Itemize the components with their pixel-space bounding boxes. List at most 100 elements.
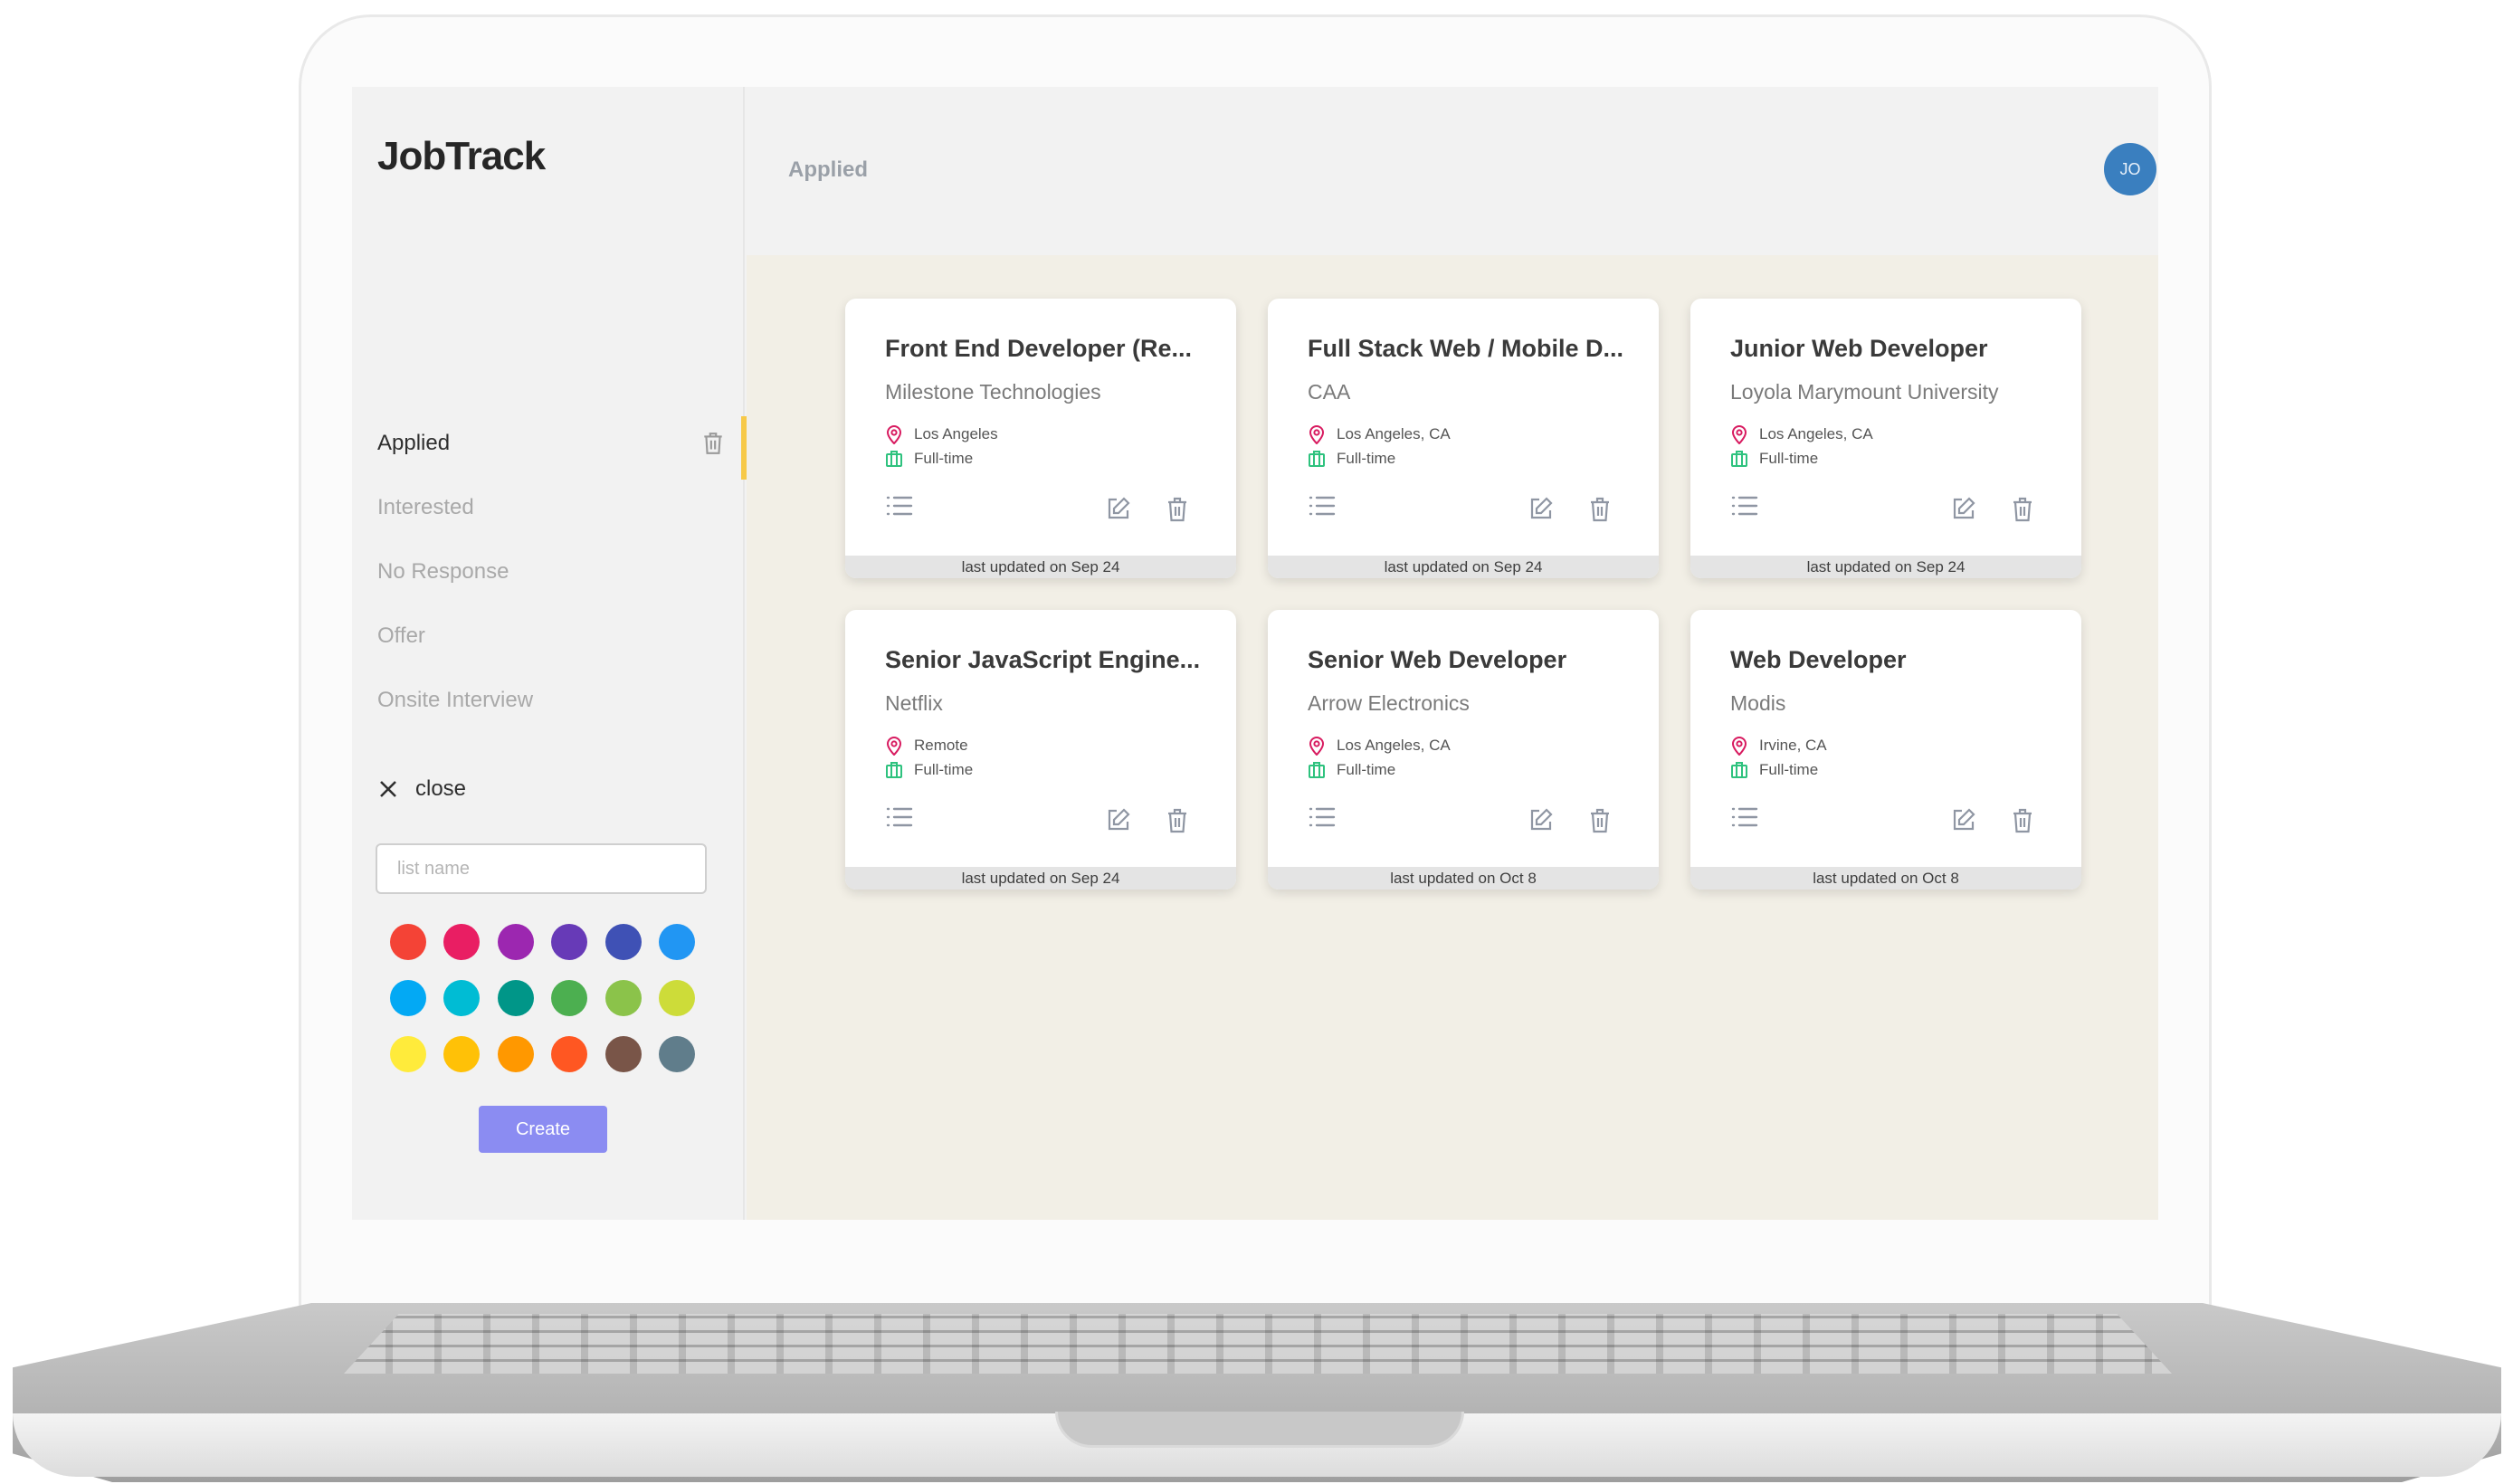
job-board: Front End Developer (Re... Milestone Tec… <box>747 255 2158 1220</box>
color-swatch[interactable] <box>390 980 426 1016</box>
list-icon[interactable] <box>1308 805 1337 829</box>
list-nav: Applied Interested No Response Offer Ons… <box>352 411 747 732</box>
color-swatch[interactable] <box>604 924 642 960</box>
sidebar-item-label: Offer <box>377 623 425 648</box>
color-swatch[interactable] <box>390 1036 426 1072</box>
map-pin-icon <box>1309 425 1325 444</box>
list-icon[interactable] <box>1730 494 1759 518</box>
job-location: Los Angeles, CA <box>1730 424 1873 444</box>
map-pin-icon <box>886 737 902 756</box>
trash-icon[interactable] <box>1588 496 1612 523</box>
location-text: Los Angeles, CA <box>1337 425 1451 442</box>
color-swatch[interactable] <box>551 1036 588 1072</box>
list-icon[interactable] <box>885 805 914 829</box>
briefcase-icon <box>1309 762 1325 778</box>
color-swatch[interactable] <box>497 980 534 1016</box>
location-text: Los Angeles <box>914 425 998 442</box>
job-card[interactable]: Full Stack Web / Mobile D... CAA Los Ang… <box>1268 299 1659 578</box>
briefcase-icon <box>886 451 902 467</box>
color-swatch[interactable] <box>390 924 426 960</box>
trash-icon[interactable] <box>1588 807 1612 834</box>
header: Applied JO <box>747 87 2158 255</box>
sidebar-item-applied[interactable]: Applied <box>352 411 747 480</box>
last-updated: last updated on Sep 24 <box>1690 556 2081 578</box>
last-updated: last updated on Sep 24 <box>845 556 1236 578</box>
job-card[interactable]: Senior Web Developer Arrow Electronics L… <box>1268 610 1659 889</box>
color-swatch[interactable] <box>551 924 588 960</box>
job-card[interactable]: Junior Web Developer Loyola Marymount Un… <box>1690 299 2081 578</box>
job-location: Los Angeles, CA <box>1308 424 1451 444</box>
job-type: Full-time <box>1308 760 1395 780</box>
company-name: Loyola Marymount University <box>1730 380 1999 404</box>
sidebar-item-label: Onsite Interview <box>377 687 534 712</box>
trash-icon[interactable] <box>2011 496 2034 523</box>
sidebar-item-interested[interactable]: Interested <box>352 475 745 539</box>
last-updated: last updated on Sep 24 <box>1268 556 1659 578</box>
color-swatch[interactable] <box>497 1036 534 1072</box>
color-swatch[interactable] <box>551 980 588 1016</box>
map-pin-icon <box>1731 737 1747 756</box>
color-swatch[interactable] <box>658 980 695 1016</box>
job-location: Remote <box>885 736 968 756</box>
sidebar-item-onsite-interview[interactable]: Onsite Interview <box>352 668 745 732</box>
color-swatch[interactable] <box>658 1036 695 1072</box>
trash-icon[interactable] <box>1166 807 1189 834</box>
color-swatch[interactable] <box>443 1036 481 1072</box>
color-swatch[interactable] <box>658 924 695 960</box>
edit-icon[interactable] <box>1951 496 1976 521</box>
trash-icon[interactable] <box>701 431 725 456</box>
trash-icon[interactable] <box>2011 807 2034 834</box>
job-type-text: Full-time <box>914 761 974 778</box>
list-name-input[interactable] <box>376 843 707 894</box>
avatar[interactable]: JO <box>2104 143 2156 195</box>
list-icon[interactable] <box>885 494 914 518</box>
color-swatch[interactable] <box>443 924 481 960</box>
color-swatch[interactable] <box>604 1036 642 1072</box>
color-swatch[interactable] <box>497 924 534 960</box>
job-type: Full-time <box>1308 449 1395 469</box>
briefcase-icon <box>886 762 902 778</box>
sidebar-item-label: No Response <box>377 558 509 584</box>
location-text: Los Angeles, CA <box>1337 737 1451 754</box>
sidebar: JobTrack Applied Interested No Response … <box>352 87 747 1220</box>
edit-icon[interactable] <box>1106 496 1131 521</box>
briefcase-icon <box>1731 451 1747 467</box>
list-icon[interactable] <box>1308 494 1337 518</box>
job-title: Full Stack Web / Mobile D... <box>1308 335 1624 362</box>
job-card[interactable]: Front End Developer (Re... Milestone Tec… <box>845 299 1236 578</box>
close-icon <box>380 781 396 797</box>
create-list-button[interactable]: Create <box>479 1106 607 1153</box>
job-type-text: Full-time <box>1337 450 1396 467</box>
color-swatch[interactable] <box>443 980 481 1016</box>
list-icon[interactable] <box>1730 805 1759 829</box>
job-location: Los Angeles, CA <box>1308 736 1451 756</box>
edit-icon[interactable] <box>1106 807 1131 832</box>
company-name: Arrow Electronics <box>1308 691 1470 715</box>
color-picker <box>390 924 695 1072</box>
job-type: Full-time <box>1730 760 1818 780</box>
job-card[interactable]: Web Developer Modis Irvine, CA Full-time… <box>1690 610 2081 889</box>
close-new-list-button[interactable]: close <box>377 776 466 802</box>
company-name: Milestone Technologies <box>885 380 1101 404</box>
sidebar-item-label: Applied <box>377 430 451 455</box>
color-swatch[interactable] <box>604 980 642 1016</box>
close-label: close <box>415 776 467 801</box>
briefcase-icon <box>1309 451 1325 467</box>
edit-icon[interactable] <box>1528 496 1554 521</box>
trash-icon[interactable] <box>1166 496 1189 523</box>
job-title: Web Developer <box>1730 646 1907 673</box>
job-location: Irvine, CA <box>1730 736 1827 756</box>
company-name: CAA <box>1308 380 1351 404</box>
location-text: Irvine, CA <box>1759 737 1827 754</box>
sidebar-item-offer[interactable]: Offer <box>352 604 745 668</box>
laptop-keyboard <box>344 1314 2172 1374</box>
job-card[interactable]: Senior JavaScript Engine... Netflix Remo… <box>845 610 1236 889</box>
sidebar-item-no-response[interactable]: No Response <box>352 539 745 604</box>
edit-icon[interactable] <box>1528 807 1554 832</box>
edit-icon[interactable] <box>1951 807 1976 832</box>
job-title: Junior Web Developer <box>1730 335 1988 362</box>
sidebar-item-label: Interested <box>377 494 474 519</box>
last-updated: last updated on Oct 8 <box>1268 867 1659 889</box>
company-name: Modis <box>1730 691 1786 715</box>
job-type-text: Full-time <box>914 450 974 467</box>
